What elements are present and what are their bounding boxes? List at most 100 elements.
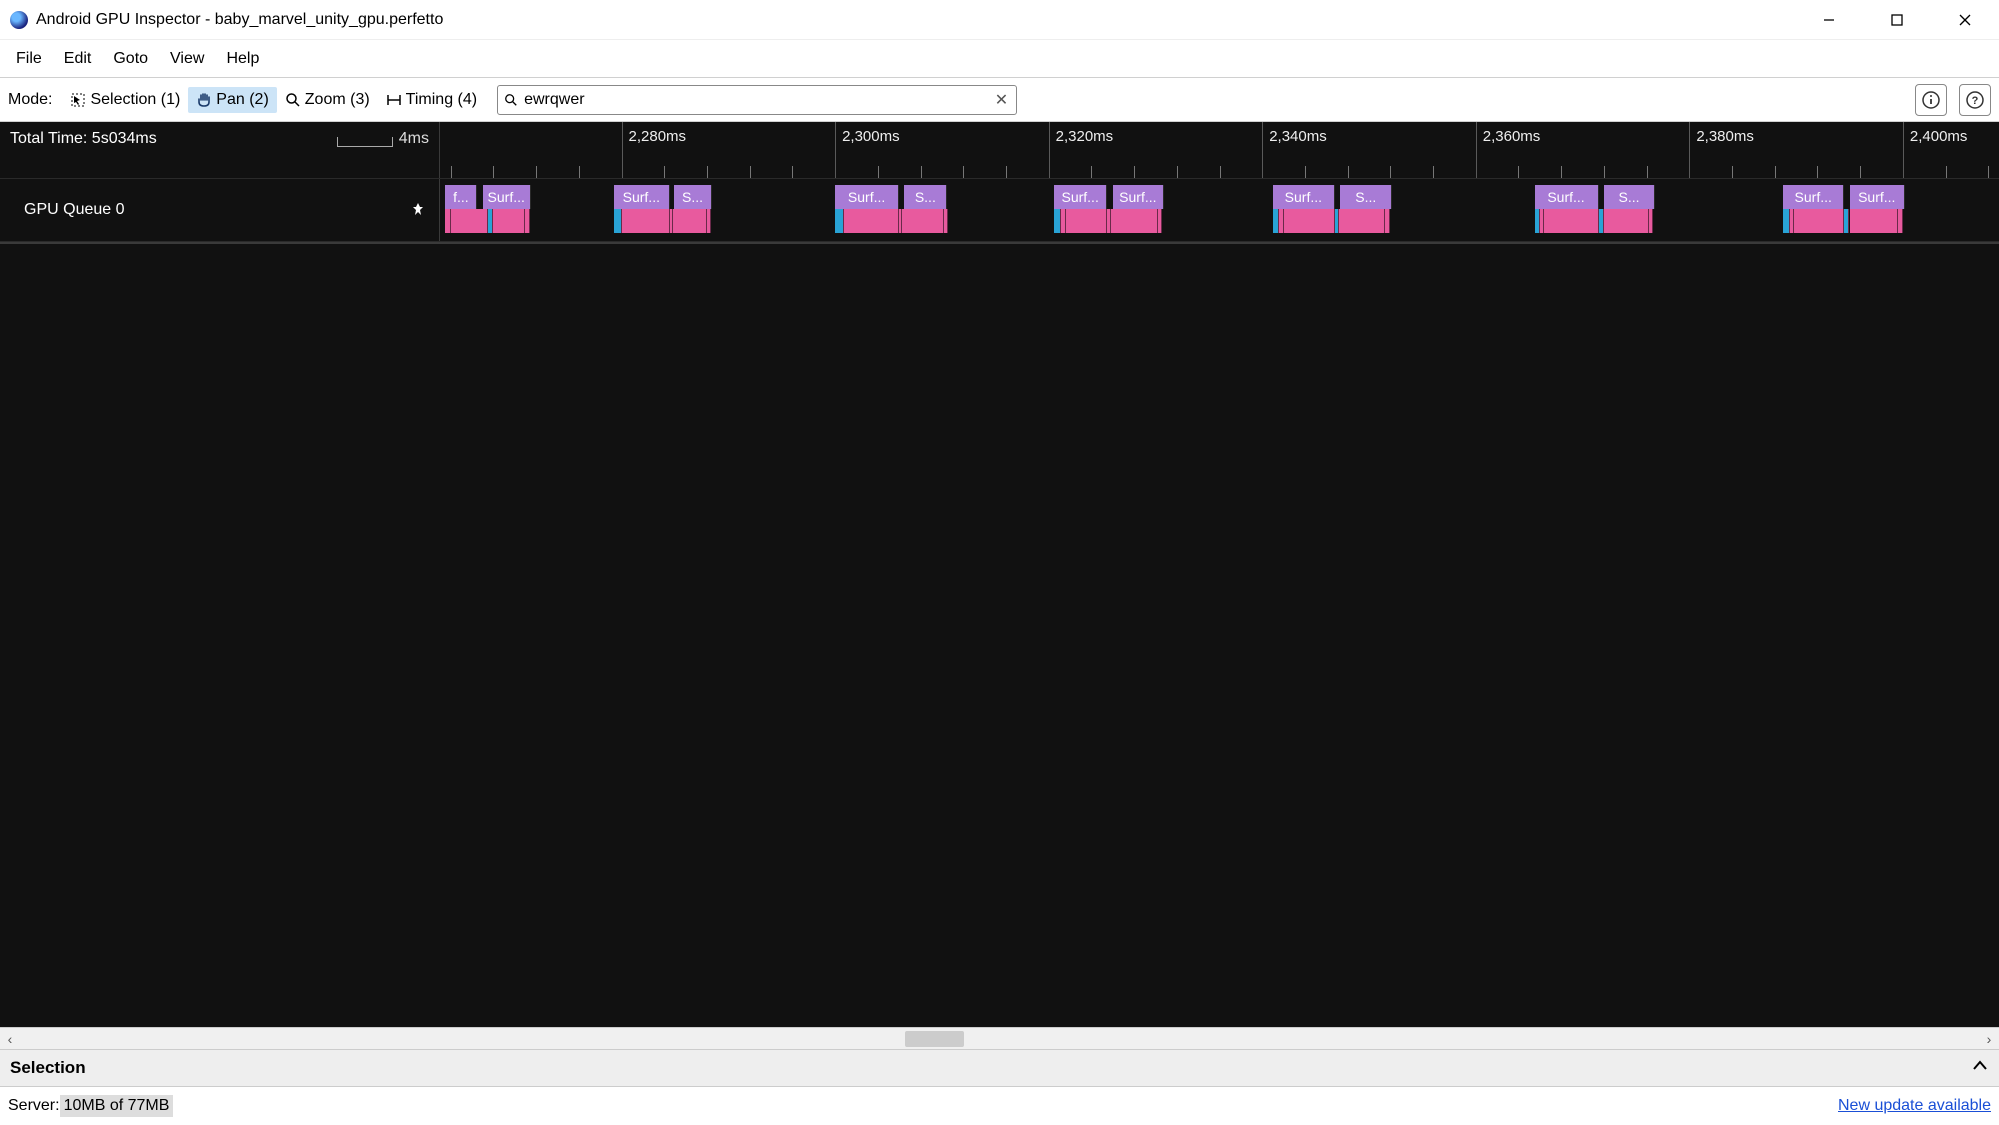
trace-view[interactable]: Total Time: 5s034ms 4ms 2,280ms2,300ms2,…: [0, 122, 1999, 1027]
timeline-sub-event[interactable]: [1898, 209, 1903, 233]
track-header[interactable]: GPU Queue 0: [0, 179, 440, 241]
search-icon: [504, 93, 518, 107]
timeline-sub-event[interactable]: [614, 209, 621, 233]
tool-selection-button[interactable]: Selection (1): [62, 87, 188, 113]
help-icon: ?: [1966, 91, 1984, 109]
timeline-sub-event[interactable]: [1066, 209, 1108, 233]
timeline-event[interactable]: Surf...: [483, 185, 531, 209]
timeline-sub-event[interactable]: [835, 209, 844, 233]
timeline-sub-event[interactable]: [1544, 209, 1598, 233]
timeline-event[interactable]: Surf...: [614, 185, 670, 209]
timeline-sub-event[interactable]: [451, 209, 488, 233]
selection-panel-header[interactable]: Selection: [0, 1049, 1999, 1087]
timeline-event[interactable]: Surf...: [1850, 185, 1906, 209]
close-button[interactable]: [1935, 0, 1995, 40]
maximize-icon: [1890, 13, 1904, 27]
timeline-event[interactable]: Surf...: [1273, 185, 1335, 209]
timeline-sub-event[interactable]: [1385, 209, 1390, 233]
mode-label: Mode:: [8, 91, 52, 109]
window-title: Android GPU Inspector - baby_marvel_unit…: [36, 11, 443, 29]
tool-timing-button[interactable]: Timing (4): [378, 87, 485, 113]
scrollbar-track[interactable]: [20, 1028, 1979, 1049]
pin-icon[interactable]: [411, 202, 425, 219]
timeline-sub-event[interactable]: [944, 209, 948, 233]
scale-indicator: 4ms: [337, 130, 429, 148]
server-label: Server:: [8, 1097, 60, 1115]
timeline-event[interactable]: S...: [674, 185, 712, 209]
timeline-sub-event[interactable]: [622, 209, 670, 233]
timeline-event[interactable]: Surf...: [1535, 185, 1599, 209]
minimize-icon: [1822, 13, 1836, 27]
zoom-icon: [285, 92, 301, 108]
minimize-button[interactable]: [1799, 0, 1859, 40]
maximize-button[interactable]: [1867, 0, 1927, 40]
timeline-sub-event[interactable]: [1649, 209, 1653, 233]
svg-text:?: ?: [1972, 95, 1979, 107]
horizontal-scrollbar[interactable]: ‹ ›: [0, 1027, 1999, 1049]
ruler-major-tick: 2,280ms: [622, 122, 687, 178]
selection-label: Selection: [10, 1058, 1971, 1078]
timeline-event[interactable]: Surf...: [835, 185, 899, 209]
tool-pan-button[interactable]: Pan (2): [188, 87, 276, 113]
ruler-info: Total Time: 5s034ms 4ms: [0, 122, 440, 178]
info-button[interactable]: [1915, 84, 1947, 116]
timeline-sub-event[interactable]: [1794, 209, 1844, 233]
timeline-event[interactable]: Surf...: [1113, 185, 1164, 209]
timeline-event[interactable]: S...: [904, 185, 947, 209]
pan-icon: [196, 92, 212, 108]
help-button[interactable]: ?: [1959, 84, 1991, 116]
update-link[interactable]: New update available: [1838, 1097, 1991, 1115]
timeline-sub-event[interactable]: [902, 209, 944, 233]
timeline-sub-event[interactable]: [673, 209, 707, 233]
timeline-sub-event[interactable]: [844, 209, 900, 233]
menu-help[interactable]: Help: [216, 46, 269, 72]
timeline-sub-event[interactable]: [493, 209, 525, 233]
ruler-major-tick: 2,300ms: [835, 122, 900, 178]
time-ruler[interactable]: 2,280ms 2,300ms 2,320ms 2,340ms 2,360ms 2,380…: [440, 122, 1999, 178]
timeline-sub-event[interactable]: [1158, 209, 1162, 233]
ruler-major-tick: 2,400ms: [1903, 122, 1968, 178]
time-ruler-row: Total Time: 5s034ms 4ms 2,280ms2,300ms2,…: [0, 122, 1999, 178]
collapse-chevron-icon[interactable]: [1971, 1057, 1989, 1080]
menu-goto[interactable]: Goto: [103, 46, 158, 72]
timing-icon: [386, 92, 402, 108]
search-field[interactable]: ✕: [497, 85, 1017, 115]
timeline-sub-event[interactable]: [707, 209, 711, 233]
toolbar: Mode: Selection (1)Pan (2)Zoom (3)Timing…: [0, 78, 1999, 122]
info-icon: [1922, 91, 1940, 109]
timeline-event[interactable]: S...: [1604, 185, 1655, 209]
app-icon: [10, 11, 28, 29]
ruler-major-tick: 2,320ms: [1049, 122, 1114, 178]
track-canvas[interactable]: f...Surf...Surf...S...Surf...S...Surf...…: [440, 179, 1999, 241]
timeline-event[interactable]: f...: [445, 185, 477, 209]
timeline-sub-event[interactable]: [1284, 209, 1335, 233]
ruler-major-tick: 2,360ms: [1476, 122, 1541, 178]
trace-empty-area[interactable]: [0, 242, 1999, 1027]
timeline-sub-event[interactable]: [1604, 209, 1649, 233]
selection-icon: [70, 92, 86, 108]
ruler-major-tick: 2,380ms: [1689, 122, 1754, 178]
search-clear-button[interactable]: ✕: [993, 90, 1010, 110]
ruler-major-tick: 2,340ms: [1262, 122, 1327, 178]
timeline-sub-event[interactable]: [1850, 209, 1898, 233]
timeline-sub-event[interactable]: [1111, 209, 1158, 233]
timeline-sub-event[interactable]: [525, 209, 529, 233]
timeline-sub-event[interactable]: [1339, 209, 1385, 233]
scrollbar-thumb[interactable]: [905, 1031, 964, 1047]
menu-file[interactable]: File: [6, 46, 52, 72]
status-bar: Server: 10MB of 77MB New update availabl…: [0, 1087, 1999, 1125]
timeline-event[interactable]: Surf...: [1783, 185, 1844, 209]
menubar: FileEditGotoViewHelp: [0, 40, 1999, 78]
menu-edit[interactable]: Edit: [54, 46, 102, 72]
scroll-left-icon[interactable]: ‹: [0, 1031, 20, 1047]
tool-zoom-button[interactable]: Zoom (3): [277, 87, 378, 113]
timeline-event[interactable]: S...: [1340, 185, 1392, 209]
timeline-sub-event[interactable]: [1054, 209, 1061, 233]
menu-view[interactable]: View: [160, 46, 214, 72]
track-name: GPU Queue 0: [24, 201, 125, 219]
timeline-event[interactable]: Surf...: [1054, 185, 1107, 209]
search-input[interactable]: [524, 91, 993, 109]
titlebar: Android GPU Inspector - baby_marvel_unit…: [0, 0, 1999, 40]
gpu-queue-track-row: GPU Queue 0 f...Surf...Surf...S...Surf..…: [0, 178, 1999, 242]
scroll-right-icon[interactable]: ›: [1979, 1031, 1999, 1047]
